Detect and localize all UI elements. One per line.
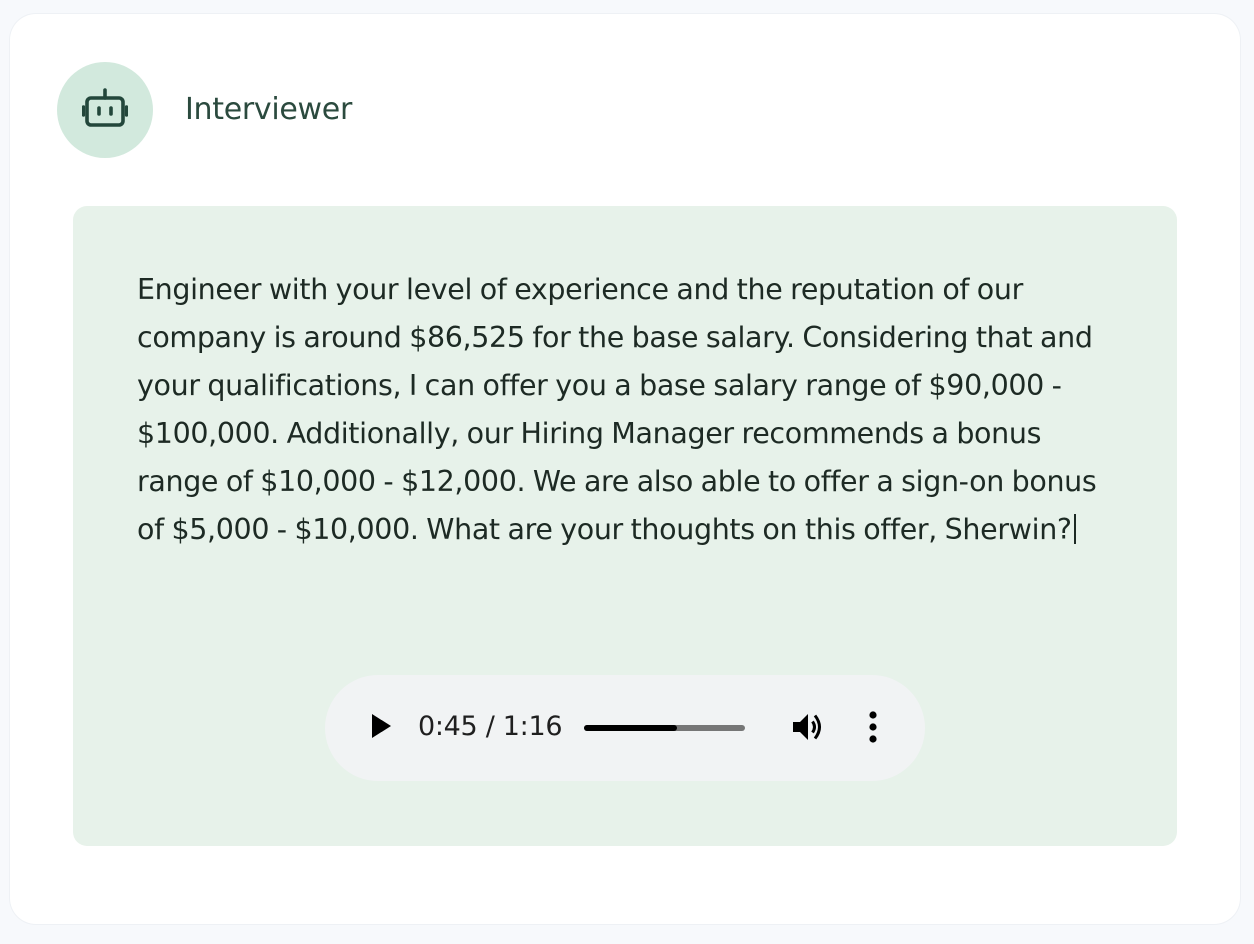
play-button[interactable] [363,710,399,746]
seek-slider[interactable] [584,725,745,731]
chat-message-card: Interviewer constraints. Based on my ana… [10,14,1240,924]
audio-player: 0:45 / 1:16 [325,675,925,781]
more-options-button[interactable] [855,709,891,749]
transcript-scroll-area[interactable]: constraints. Based on my analysis, the m… [137,264,1097,634]
transcript-text: constraints. Based on my analysis, the m… [137,273,1097,546]
speaker-name: Interviewer [185,92,352,127]
message-bubble: constraints. Based on my analysis, the m… [73,206,1177,846]
volume-icon [792,711,826,747]
seek-progress [584,725,678,731]
play-icon [370,713,392,743]
interviewer-avatar [57,62,153,158]
more-options-icon [868,711,878,747]
volume-button[interactable] [789,709,829,749]
typing-cursor [1073,514,1076,544]
transcript-paragraph: constraints. Based on my analysis, the m… [137,264,1097,554]
robot-icon [81,87,129,133]
time-display: 0:45 / 1:16 [418,711,563,742]
